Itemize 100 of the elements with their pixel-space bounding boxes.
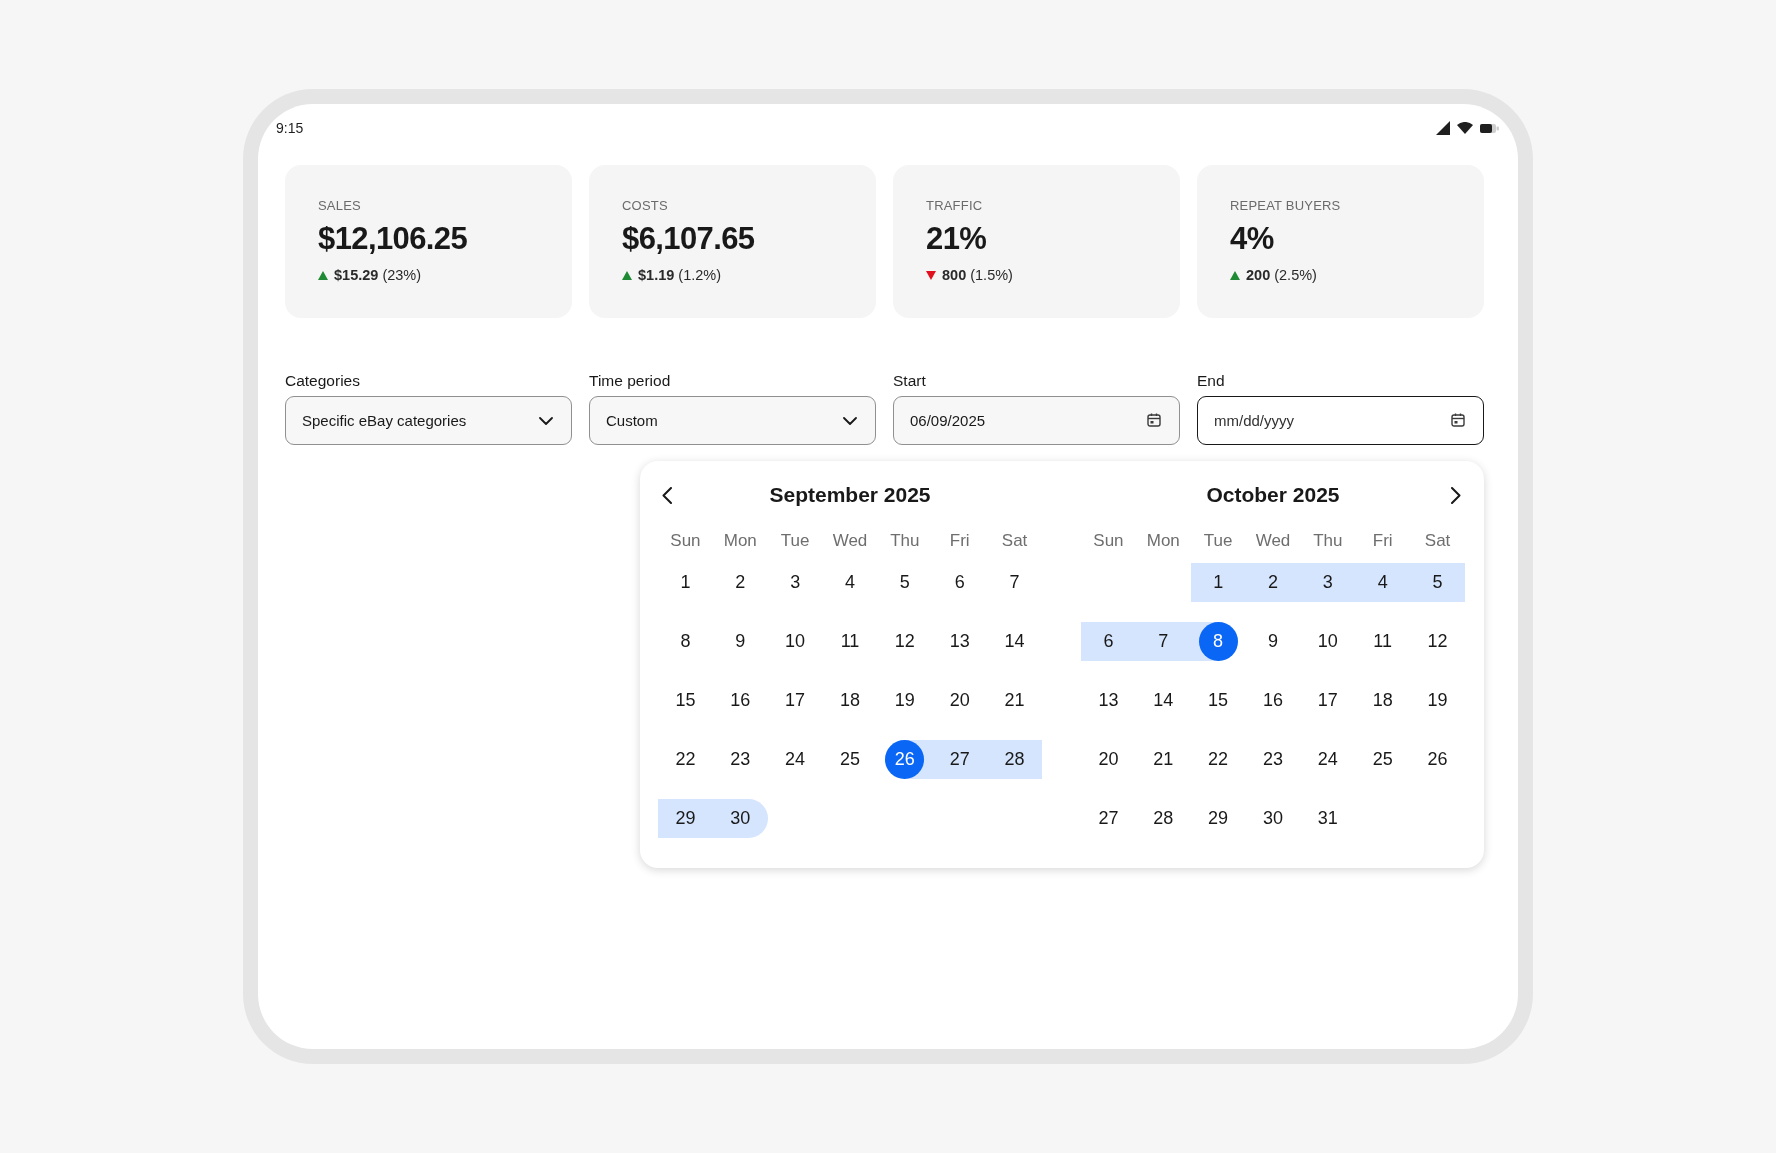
calendar-day[interactable]: 2: [712, 563, 768, 602]
calendar-day[interactable]: 8: [1198, 622, 1238, 661]
chevron-down-icon: [843, 416, 857, 425]
metric-label: COSTS: [622, 198, 669, 214]
metric-value: $6,107.65: [622, 220, 756, 258]
calendar-day[interactable]: 16: [1245, 681, 1301, 720]
weekday-label: Tue: [1203, 531, 1233, 551]
calendar-day[interactable]: 21: [987, 681, 1042, 720]
calendar-day[interactable]: 22: [1190, 740, 1246, 779]
calendar-icon: [1451, 413, 1465, 427]
calendar-day[interactable]: 4: [1355, 563, 1411, 602]
calendar-day[interactable]: 8: [658, 622, 713, 661]
calendar-day[interactable]: 24: [1300, 740, 1356, 779]
field-label: End: [1197, 372, 1226, 390]
dropdown-field[interactable]: Custom: [589, 396, 876, 445]
chevron-left-icon: [662, 486, 672, 504]
weekday-label: Mon: [723, 531, 757, 551]
calendar-day[interactable]: 3: [1300, 563, 1356, 602]
calendar-day[interactable]: 29: [658, 799, 713, 838]
change-text: $1.19 (1.2%): [638, 266, 722, 284]
calendar-day[interactable]: 6: [932, 563, 988, 602]
calendar-day[interactable]: 12: [877, 622, 933, 661]
calendar-day[interactable]: 27: [932, 740, 988, 779]
dropdown-field[interactable]: Specific eBay categories: [285, 396, 572, 445]
calendar-day[interactable]: 27: [1081, 799, 1136, 838]
triangle-up-icon: [622, 270, 632, 280]
calendar-day[interactable]: 20: [1081, 740, 1136, 779]
triangle-up-icon: [1230, 270, 1240, 280]
calendar-day[interactable]: 19: [1410, 681, 1465, 720]
calendar-day[interactable]: 13: [932, 622, 988, 661]
calendar-day[interactable]: 28: [1135, 799, 1191, 838]
calendar-day[interactable]: 21: [1135, 740, 1191, 779]
date-field[interactable]: 06/09/2025: [893, 396, 1180, 445]
metric-value: 4%: [1230, 220, 1275, 258]
calendar-day[interactable]: 14: [987, 622, 1042, 661]
calendar-day[interactable]: 29: [1190, 799, 1246, 838]
calendar-day[interactable]: 16: [712, 681, 768, 720]
calendar-day[interactable]: 11: [822, 622, 878, 661]
field-label: Time period: [589, 372, 672, 390]
calendar-day[interactable]: 19: [877, 681, 933, 720]
calendar-day[interactable]: 25: [1355, 740, 1411, 779]
calendar-day[interactable]: 9: [1245, 622, 1301, 661]
calendar-day[interactable]: 14: [1135, 681, 1191, 720]
calendar-day[interactable]: 3: [767, 563, 823, 602]
weekday-label: Wed: [832, 531, 868, 551]
field-label: Start: [893, 372, 927, 390]
calendar-day[interactable]: 26: [885, 740, 925, 779]
metric-value: $12,106.25: [318, 220, 469, 258]
month-title: October 2025: [1205, 483, 1341, 507]
field-label: Categories: [285, 372, 361, 390]
weekday-label: Sun: [670, 531, 701, 551]
calendar-day[interactable]: 25: [822, 740, 878, 779]
calendar-day[interactable]: 12: [1410, 622, 1465, 661]
calendar-day[interactable]: 11: [1355, 622, 1411, 661]
weekday-label: Sat: [1424, 531, 1451, 551]
calendar-day[interactable]: 6: [1081, 622, 1136, 661]
calendar-day[interactable]: 18: [822, 681, 878, 720]
calendar-day[interactable]: 17: [767, 681, 823, 720]
calendar-day[interactable]: 18: [1355, 681, 1411, 720]
calendar-day[interactable]: 15: [1190, 681, 1246, 720]
metric-label: SALES: [318, 198, 362, 214]
calendar-day[interactable]: 7: [987, 563, 1042, 602]
calendar-day[interactable]: 1: [658, 563, 713, 602]
metric-label: REPEAT BUYERS: [1230, 198, 1342, 214]
calendar-day[interactable]: 5: [877, 563, 933, 602]
weekday-label: Fri: [949, 531, 970, 551]
chevron-down-icon: [539, 416, 553, 425]
calendar-day[interactable]: 23: [712, 740, 768, 779]
metric-label: TRAFFIC: [926, 198, 984, 214]
calendar-day[interactable]: 5: [1410, 563, 1465, 602]
calendar-day[interactable]: 17: [1300, 681, 1356, 720]
change-text: $15.29 (23%): [334, 266, 422, 284]
calendar-day[interactable]: 30: [712, 799, 768, 838]
calendar-day[interactable]: 10: [1300, 622, 1356, 661]
change-text: 200 (2.5%): [1246, 266, 1317, 284]
calendar-icon: [1147, 413, 1161, 427]
calendar-day[interactable]: 10: [767, 622, 823, 661]
calendar-day[interactable]: 31: [1300, 799, 1356, 838]
calendar-day[interactable]: 1: [1190, 563, 1246, 602]
calendar-day[interactable]: 2: [1245, 563, 1301, 602]
metric-value: 21%: [926, 220, 988, 258]
calendar-day[interactable]: 20: [932, 681, 988, 720]
calendar-day[interactable]: 15: [658, 681, 713, 720]
calendar-day[interactable]: 9: [712, 622, 768, 661]
calendar-day[interactable]: 28: [987, 740, 1042, 779]
calendar-day[interactable]: 23: [1245, 740, 1301, 779]
calendar-day[interactable]: 4: [822, 563, 878, 602]
chevron-right-icon: [1451, 486, 1461, 504]
weekday-label: Sun: [1093, 531, 1124, 551]
change-text: 800 (1.5%): [942, 266, 1013, 284]
date-field[interactable]: mm/dd/yyyy: [1197, 396, 1484, 445]
calendar-day[interactable]: 7: [1135, 622, 1191, 661]
weekday-label: Tue: [780, 531, 810, 551]
calendar-day[interactable]: 30: [1245, 799, 1301, 838]
calendar-day[interactable]: 22: [658, 740, 713, 779]
calendar-day[interactable]: 24: [767, 740, 823, 779]
calendar-day[interactable]: 13: [1081, 681, 1136, 720]
triangle-down-icon: [926, 270, 936, 280]
weekday-label: Fri: [1372, 531, 1393, 551]
calendar-day[interactable]: 26: [1410, 740, 1465, 779]
